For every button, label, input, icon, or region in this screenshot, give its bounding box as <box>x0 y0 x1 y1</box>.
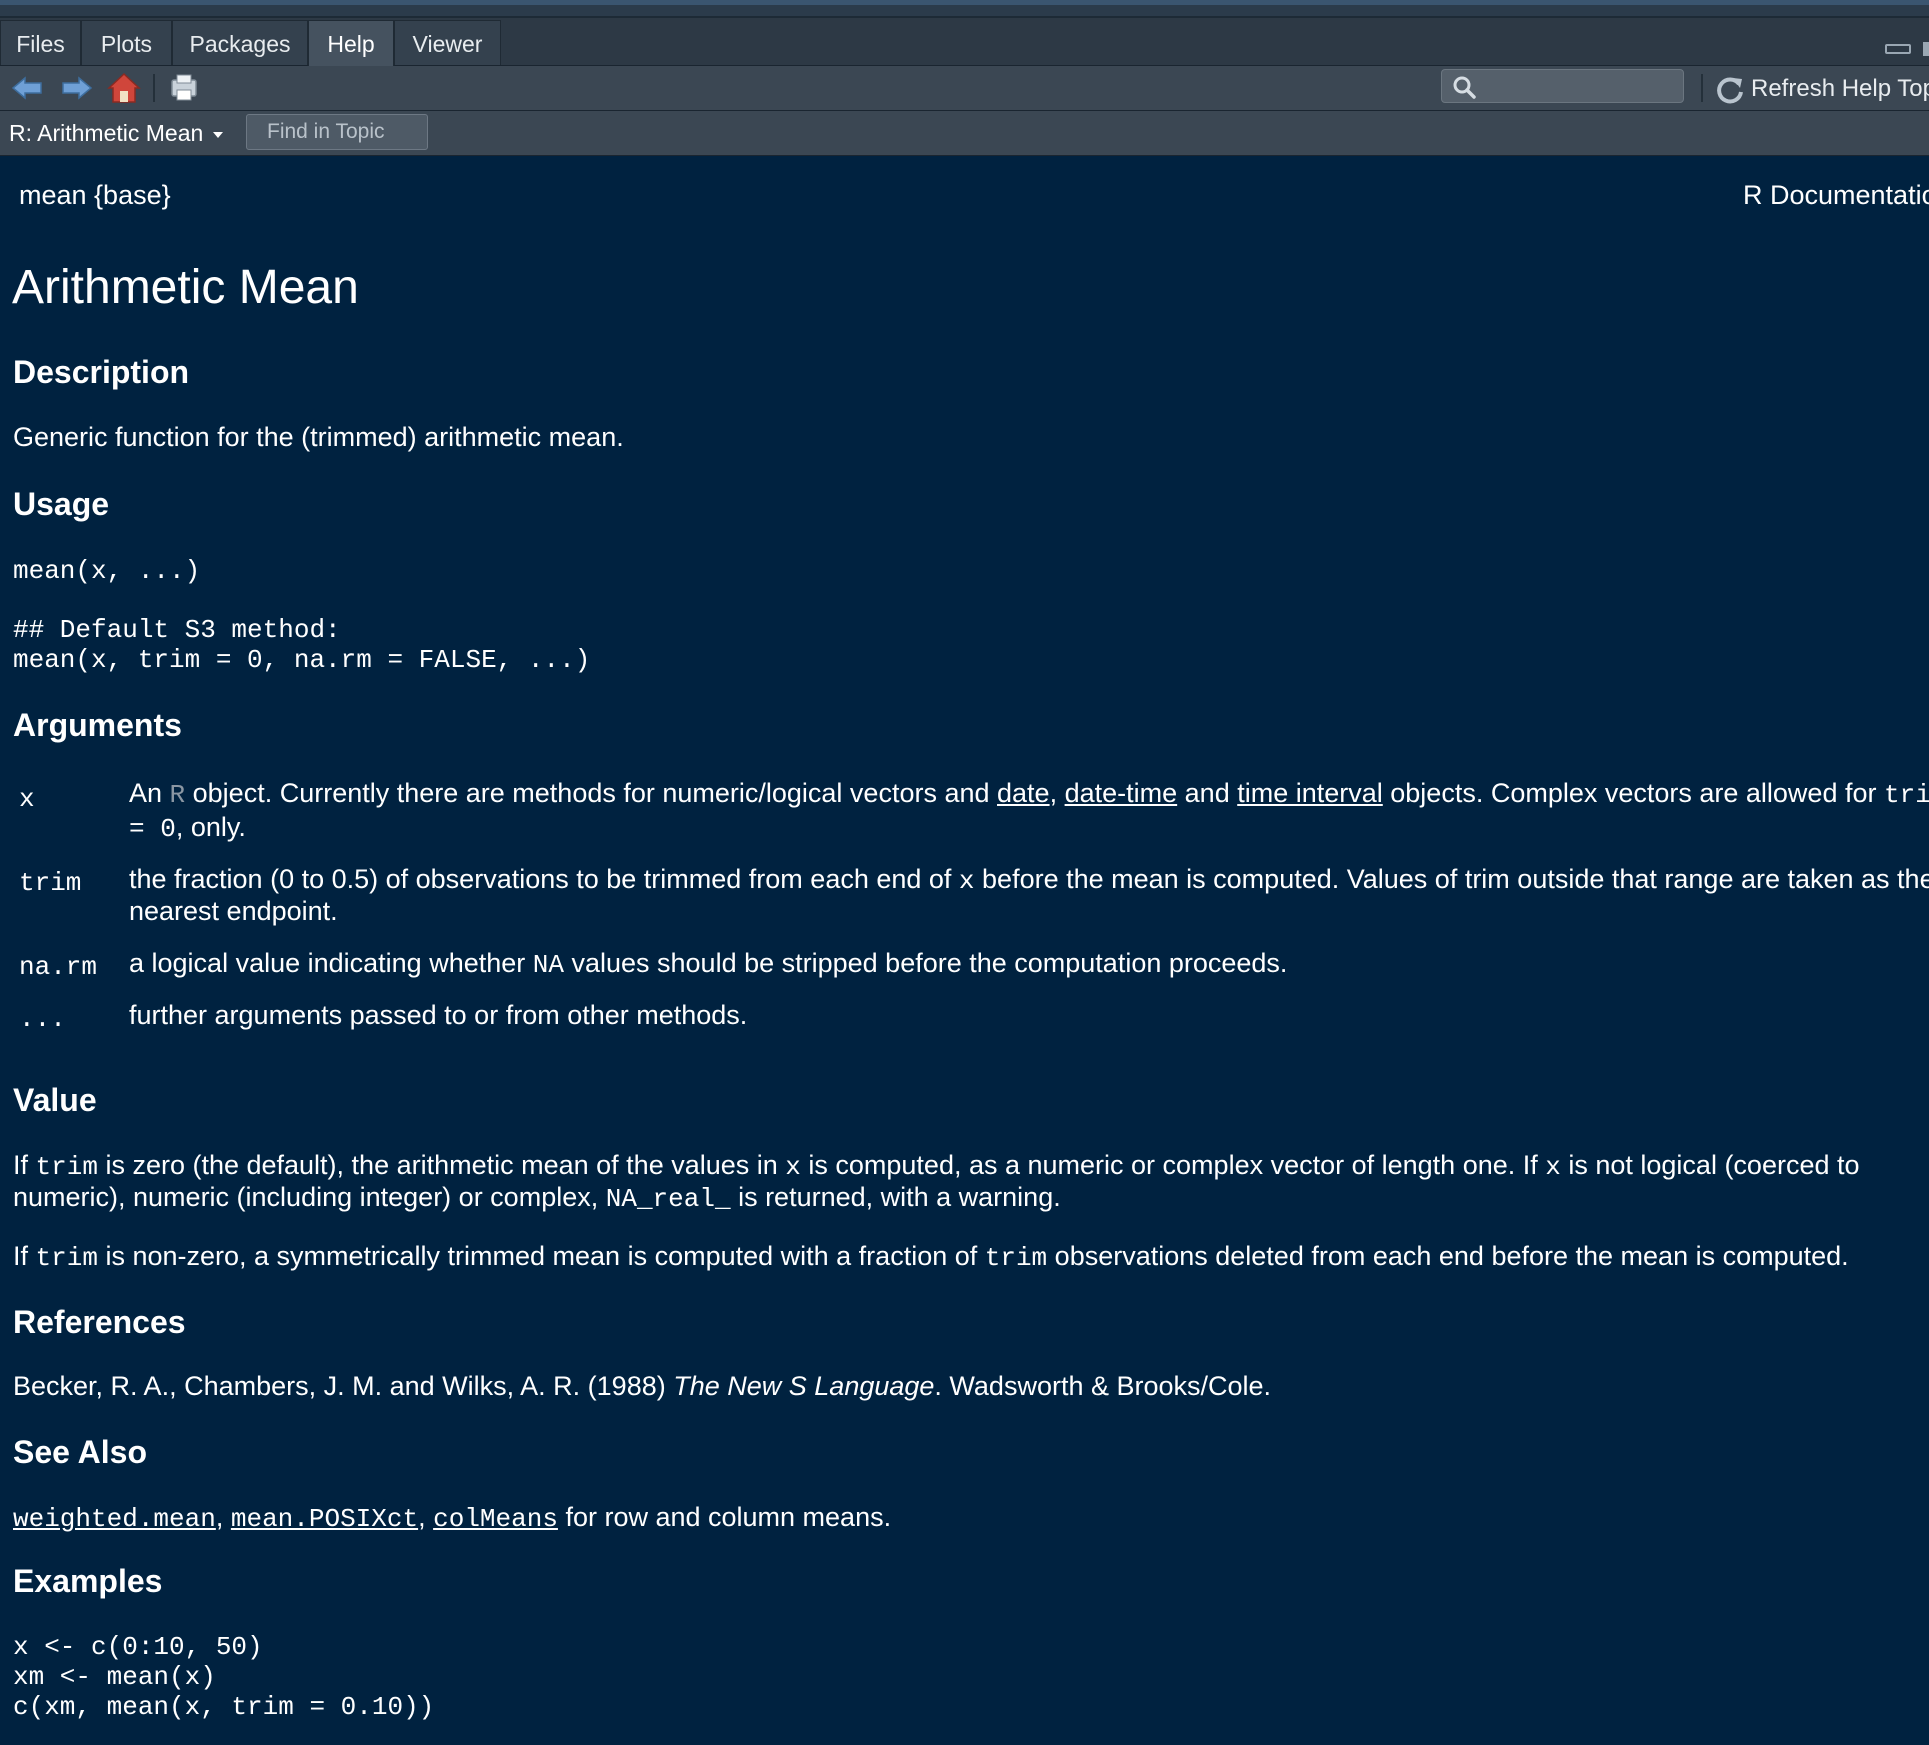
arg-desc-trim-line-2: nearest endpoint. <box>129 896 338 926</box>
search-icon <box>1453 76 1476 99</box>
maximize-pane-button[interactable] <box>1923 42 1929 56</box>
link-date-time[interactable]: date-time <box>1065 778 1178 808</box>
topic-bar: R: Arithmetic Mean Find in Topic <box>0 111 1929 156</box>
arg-desc-trim: the fraction (0 to 0.5) of observations … <box>129 864 1929 896</box>
refresh-help-label: Refresh Help Top <box>1751 75 1929 102</box>
print-icon[interactable] <box>166 70 202 106</box>
help-toolbar: Refresh Help Top <box>0 66 1929 111</box>
example-code-line-2: xm <- mean(x) <box>13 1662 216 1692</box>
usage-code-line-2: ## Default S3 method: <box>13 615 341 645</box>
arg-name-dots: ... <box>19 1004 66 1034</box>
example-code-line-1: x <- c(0:10, 50) <box>13 1632 263 1662</box>
description-text: Generic function for the (trimmed) arith… <box>13 422 624 452</box>
link-mean-posixct[interactable]: mean.POSIXct <box>231 1504 418 1534</box>
usage-heading: Usage <box>13 486 110 522</box>
arg-name-trim: trim <box>19 868 82 898</box>
doc-header-right: R Documentatio <box>1743 180 1929 210</box>
references-heading: References <box>13 1304 186 1340</box>
arg-desc-dots: further arguments passed to or from othe… <box>129 1000 748 1030</box>
reference-text: Becker, R. A., Chambers, J. M. and Wilks… <box>13 1371 1272 1401</box>
window-top-strip <box>0 0 1929 18</box>
tab-packages[interactable]: Packages <box>172 20 308 65</box>
arg-desc-narm: a logical value indicating whether NA va… <box>129 948 1288 980</box>
arg-desc-x: An R object. Currently there are methods… <box>129 778 1929 810</box>
value-paragraph-1-line-2: numeric), numeric (including integer) or… <box>13 1182 1061 1214</box>
usage-code-line-3: mean(x, trim = 0, na.rm = FALSE, ...) <box>13 645 591 675</box>
value-paragraph-1: If trim is zero (the default), the arith… <box>13 1150 1860 1182</box>
find-in-topic-input[interactable]: Find in Topic <box>246 114 428 150</box>
see-also-text: weighted.mean, mean.POSIXct, colMeans fo… <box>13 1502 892 1534</box>
tab-viewer[interactable]: Viewer <box>394 20 501 65</box>
description-heading: Description <box>13 354 190 390</box>
usage-code-line-1: mean(x, ...) <box>13 556 201 586</box>
forward-arrow-icon[interactable] <box>59 70 95 106</box>
tab-plots[interactable]: Plots <box>81 20 172 65</box>
pane-tab-bar: Files Plots Packages Help Viewer <box>0 18 1929 67</box>
tab-files[interactable]: Files <box>0 20 81 65</box>
refresh-icon <box>1717 77 1743 104</box>
link-weighted-mean[interactable]: weighted.mean <box>13 1504 216 1534</box>
chevron-down-icon <box>213 131 224 138</box>
arg-name-x: x <box>19 784 35 814</box>
examples-heading: Examples <box>13 1563 163 1599</box>
arguments-heading: Arguments <box>13 707 182 743</box>
link-colmeans[interactable]: colMeans <box>433 1504 558 1534</box>
refresh-help-button[interactable]: Refresh Help Top <box>1715 70 1929 106</box>
arg-desc-x-line-2: = 0, only. <box>129 812 246 844</box>
r-logo-text: R <box>169 780 186 810</box>
back-arrow-icon[interactable] <box>9 70 45 106</box>
home-icon[interactable] <box>106 70 142 106</box>
toolbar-separator <box>153 74 155 102</box>
help-search-input[interactable] <box>1441 69 1684 103</box>
link-time-interval[interactable]: time interval <box>1237 778 1383 808</box>
example-code-line-3: c(xm, mean(x, trim = 0.10)) <box>13 1692 435 1722</box>
value-paragraph-2: If trim is non-zero, a symmetrically tri… <box>13 1241 1849 1273</box>
link-date[interactable]: date <box>997 778 1050 808</box>
topic-title-label: R: Arithmetic Mean <box>9 120 204 146</box>
toolbar-separator <box>1701 74 1703 102</box>
page-title: Arithmetic Mean <box>12 261 359 314</box>
doc-header-left: mean {base} <box>19 180 171 210</box>
value-heading: Value <box>13 1082 97 1118</box>
tab-help[interactable]: Help <box>308 20 394 67</box>
topic-history-dropdown[interactable]: R: Arithmetic Mean <box>9 111 224 155</box>
see-also-heading: See Also <box>13 1434 147 1470</box>
arg-name-narm: na.rm <box>19 952 98 982</box>
minimize-pane-button[interactable] <box>1885 44 1911 54</box>
